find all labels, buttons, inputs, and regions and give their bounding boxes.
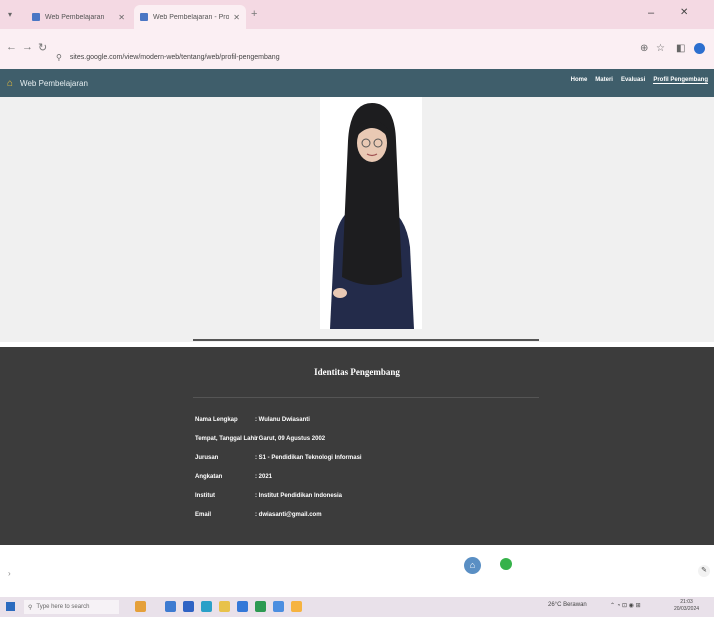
- favicon-icon: [140, 13, 148, 21]
- site-title[interactable]: Web Pembelajaran: [20, 79, 88, 88]
- identity-row: Jurusan : S1 - Pendidikan Teknologi Info…: [195, 455, 362, 467]
- home-icon[interactable]: ⌂: [7, 78, 13, 89]
- weather-text[interactable]: 26°C Berawan: [548, 602, 587, 608]
- forward-icon[interactable]: →: [22, 41, 33, 53]
- profile-photo: [320, 97, 422, 329]
- tab-search-icon[interactable]: ▾: [8, 10, 12, 19]
- page-footer: › ⌂ ✎: [0, 545, 714, 597]
- expand-icon[interactable]: ›: [8, 569, 11, 578]
- nav-item-home[interactable]: Home: [571, 77, 588, 84]
- identity-value: : Institut Pendidikan Indonesia: [255, 493, 343, 499]
- whatsapp-icon[interactable]: [500, 558, 512, 570]
- clock[interactable]: 21:03 20/03/2024: [674, 599, 699, 613]
- edit-icon[interactable]: ✎: [698, 565, 710, 577]
- app-icon[interactable]: [273, 601, 284, 612]
- extensions-icon[interactable]: ◧: [676, 43, 685, 54]
- address-bar: ← → ↻ ⚲ sites.google.com/view/modern-web…: [0, 29, 714, 69]
- identity-value: : S1 - Pendidikan Teknologi Informasi: [255, 455, 362, 461]
- nav-item-profil-pengembang[interactable]: Profil Pengembang: [653, 77, 708, 84]
- folder-icon[interactable]: [219, 601, 230, 612]
- taskbar: ⚲ Type here to search 26°C Berawan ⌃ ◔ ⊡…: [0, 597, 714, 617]
- nav-item-materi[interactable]: Materi: [595, 77, 613, 84]
- identity-value: : dwiasanti@gmail.com: [255, 512, 322, 518]
- taskbar-search-placeholder: Type here to search: [36, 604, 90, 610]
- identity-label: Email: [195, 512, 212, 518]
- clock-date: 20/03/2024: [674, 606, 700, 612]
- favicon-icon: [32, 13, 40, 21]
- app-icon[interactable]: [165, 601, 176, 612]
- identity-row: Tempat, Tanggal Lahir : Garut, 09 Agustu…: [195, 436, 325, 448]
- identity-value: : Wulanu Dwiasanti: [255, 417, 310, 423]
- identity-row: Nama Lengkap : Wulanu Dwiasanti: [195, 417, 310, 429]
- close-window-icon[interactable]: ✕: [680, 7, 688, 18]
- profile-avatar[interactable]: [694, 43, 705, 54]
- back-icon[interactable]: ←: [6, 41, 17, 53]
- minimize-icon[interactable]: –: [648, 7, 654, 19]
- identity-label: Angkatan: [195, 474, 223, 480]
- profile-photo-section: [0, 97, 714, 342]
- clock-time: 21:03: [680, 599, 693, 605]
- browser-tab[interactable]: Web Pembelajaran ✕: [26, 5, 131, 29]
- identity-row: Institut : Institut Pendidikan Indonesia: [195, 493, 342, 505]
- identity-value: : 2021: [255, 474, 273, 480]
- url-field[interactable]: ⚲ sites.google.com/view/modern-web/tenta…: [56, 50, 636, 64]
- tab-close-icon[interactable]: ✕: [233, 13, 240, 22]
- taskbar-search[interactable]: ⚲ Type here to search: [24, 600, 119, 614]
- identity-row: Email : dwiasanti@gmail.com: [195, 512, 322, 524]
- chrome-icon[interactable]: [255, 601, 266, 612]
- identity-row: Angkatan : 2021: [195, 474, 272, 486]
- browser-tabstrip: ▾ Web Pembelajaran ✕ Web Pembelajaran - …: [0, 0, 714, 29]
- identity-title: Identitas Pengembang: [314, 367, 400, 377]
- translate-icon[interactable]: ⊕: [640, 43, 648, 54]
- identity-label: Institut: [195, 493, 215, 499]
- app-icon[interactable]: [183, 601, 194, 612]
- home-icon[interactable]: ⌂: [464, 557, 481, 574]
- identity-section: Identitas Pengembang Nama Lengkap : Wula…: [0, 347, 714, 545]
- reload-icon[interactable]: ↻: [38, 41, 47, 54]
- tab-title: Web Pembelajaran: [45, 13, 105, 21]
- divider: [193, 397, 539, 398]
- app-icon[interactable]: [135, 601, 146, 612]
- identity-label: Nama Lengkap: [195, 417, 238, 423]
- search-icon: ⚲: [28, 604, 33, 611]
- identity-label: Jurusan: [195, 455, 219, 461]
- identity-value: : Garut, 09 Agustus 2002: [255, 436, 326, 442]
- nav-item-evaluasi[interactable]: Evaluasi: [621, 77, 645, 84]
- identity-label: Tempat, Tanggal Lahir: [195, 436, 259, 442]
- tab-close-icon[interactable]: ✕: [118, 13, 125, 22]
- browser-tab-active[interactable]: Web Pembelajaran - Profil Pen... ✕: [134, 5, 246, 29]
- tab-title: Web Pembelajaran - Profil Pen...: [153, 13, 230, 21]
- star-icon[interactable]: ☆: [656, 43, 665, 54]
- app-icon[interactable]: [201, 601, 212, 612]
- app-icon[interactable]: [291, 601, 302, 612]
- app-icon[interactable]: [237, 601, 248, 612]
- windows-start-icon[interactable]: [6, 602, 15, 611]
- site-nav: Home Materi Evaluasi Profil Pengembang: [571, 77, 708, 84]
- site-info-icon[interactable]: ⚲: [56, 53, 62, 62]
- tray-icons[interactable]: ⌃ ◔ ⊡ ◉ ⊞: [610, 602, 641, 609]
- divider: [193, 339, 539, 341]
- site-header: ⌂ Web Pembelajaran Home Materi Evaluasi …: [0, 69, 714, 97]
- new-tab-icon[interactable]: +: [251, 8, 257, 20]
- url-text: sites.google.com/view/modern-web/tentang…: [69, 53, 280, 61]
